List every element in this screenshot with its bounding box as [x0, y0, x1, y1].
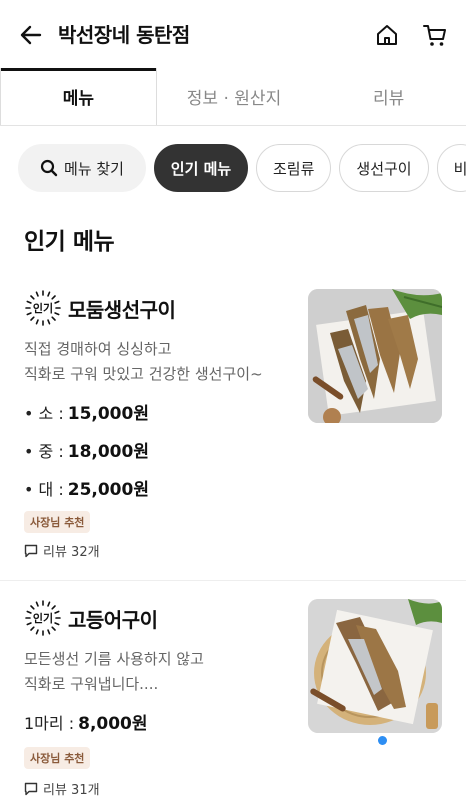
review-count-label: 리뷰 32개 [43, 545, 100, 560]
review-count-label: 리뷰 31개 [43, 783, 100, 798]
chip-grilled-fish[interactable]: 생선구이 [339, 144, 429, 192]
price-size: • 대 : [24, 480, 64, 499]
chip-braised[interactable]: 조림류 [256, 144, 332, 192]
menu-item-grilled-mackerel[interactable]: 인기 고등어구이 모든생선 기름 사용하지 않고 직화로 구워냅니다.... 1… [0, 595, 466, 801]
price-size: 1마리 : [24, 714, 75, 733]
popular-badge-label: 인기 [32, 302, 54, 315]
cart-button[interactable] [420, 20, 450, 50]
price-value: 25,000원 [67, 480, 149, 500]
description-line: 직접 경매하여 싱싱하고 [24, 340, 172, 358]
price-size: • 중 : [24, 442, 64, 461]
image-page-indicator [378, 736, 387, 745]
top-app-bar: 박선장네 동탄점 [0, 0, 466, 70]
description-line: 모든생선 기름 사용하지 않고 [24, 650, 204, 668]
tab-reviews[interactable]: 리뷰 [311, 68, 466, 125]
menu-item-description: 모든생선 기름 사용하지 않고 직화로 구워냅니다.... [24, 647, 204, 697]
menu-category-chips: 메뉴 찾기 인기 메뉴 조림류 생선구이 비 [18, 144, 466, 194]
section-title: 인기 메뉴 [24, 229, 115, 255]
search-icon [40, 159, 58, 177]
speech-bubble-icon [24, 782, 38, 795]
back-button[interactable] [16, 20, 46, 50]
owner-recommend-tag: 사장님 추천 [24, 511, 91, 533]
description-line: 직화로 구워냅니다.... [24, 675, 159, 693]
popular-badge-label: 인기 [32, 612, 54, 625]
description-line: 직화로 구워 맛있고 건강한 생선구이~ [24, 365, 263, 383]
chip-popular-menu[interactable]: 인기 메뉴 [154, 144, 248, 192]
menu-item-name: 모둠생선구이 [68, 297, 176, 322]
price-option-small: • 소 : 15,000원 [24, 399, 149, 424]
menu-item-photo [308, 289, 442, 423]
popular-badge-icon: 인기 [24, 289, 62, 327]
menu-item-header: 인기 모둠생선구이 [24, 289, 176, 327]
chip-next-category[interactable]: 비 [436, 144, 466, 192]
review-count: 리뷰 31개 [24, 779, 100, 798]
price-option-single: 1마리 : 8,000원 [24, 709, 148, 734]
price-value: 18,000원 [67, 442, 149, 462]
tab-menu[interactable]: 메뉴 [0, 68, 157, 125]
price-option-large: • 대 : 25,000원 [24, 475, 149, 500]
menu-search-button[interactable]: 메뉴 찾기 [18, 144, 146, 192]
menu-search-label: 메뉴 찾기 [64, 159, 124, 178]
price-value: 8,000원 [78, 714, 148, 734]
menu-item-description: 직접 경매하여 싱싱하고 직화로 구워 맛있고 건강한 생선구이~ [24, 337, 263, 387]
speech-bubble-icon [24, 544, 38, 557]
menu-item-assorted-grilled-fish[interactable]: 인기 모둠생선구이 직접 경매하여 싱싱하고 직화로 구워 맛있고 건강한 생선… [0, 285, 466, 581]
owner-recommend-tag: 사장님 추천 [24, 747, 91, 769]
cart-icon [423, 25, 446, 46]
home-icon [377, 25, 397, 45]
tab-info-origin[interactable]: 정보 · 원산지 [157, 68, 312, 125]
store-title: 박선장네 동탄점 [58, 23, 190, 47]
review-count: 리뷰 32개 [24, 541, 100, 560]
price-value: 15,000원 [67, 404, 149, 424]
store-tabs: 메뉴 정보 · 원산지 리뷰 [0, 68, 466, 126]
home-button[interactable] [372, 20, 402, 50]
popular-badge-icon: 인기 [24, 599, 62, 637]
price-option-medium: • 중 : 18,000원 [24, 437, 149, 462]
arrow-left-icon [20, 25, 42, 45]
menu-item-name: 고등어구이 [68, 607, 158, 632]
menu-item-header: 인기 고등어구이 [24, 599, 158, 637]
menu-item-photo [308, 599, 442, 733]
price-size: • 소 : [24, 404, 64, 423]
